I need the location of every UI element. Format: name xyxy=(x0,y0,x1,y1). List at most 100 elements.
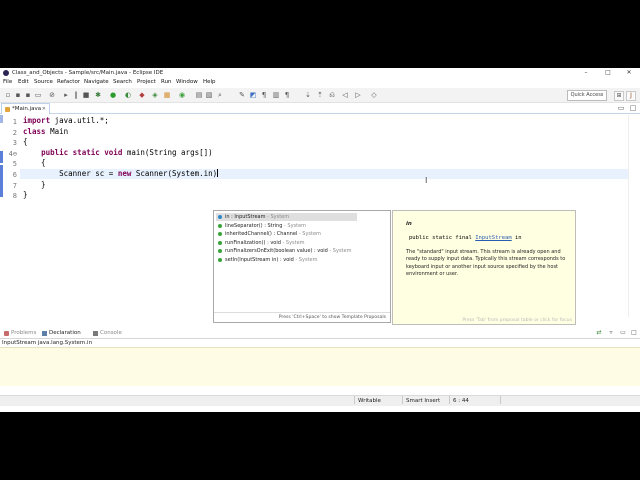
search-icon[interactable]: ⌕ xyxy=(216,91,224,99)
code-line-7: } xyxy=(23,179,46,189)
resume-icon[interactable]: ▸ xyxy=(62,91,70,99)
next-annotation-icon[interactable]: ⇣ xyxy=(304,91,312,99)
title-bar: Class_and_Objects - Sample/src/Main.java… xyxy=(0,68,640,78)
toggle-mark-occurrences-icon[interactable]: ✎ xyxy=(238,91,246,99)
maximize-editor-icon[interactable]: □ xyxy=(628,103,638,113)
open-task-icon[interactable]: ▧ xyxy=(205,91,213,99)
eclipse-app-icon xyxy=(3,70,9,76)
proposal-item[interactable]: runFinalizersOnExit(boolean value) : voi… xyxy=(216,247,388,255)
proposal-text: inheritedChannel() : Channel - System xyxy=(225,230,321,238)
back-icon[interactable]: ◁ xyxy=(341,91,349,99)
menu-refactor[interactable]: Refactor xyxy=(57,78,80,87)
letterbox-top xyxy=(0,0,640,68)
method-icon xyxy=(218,240,222,245)
proposal-name: runFinalization() : void xyxy=(225,239,281,246)
save-all-icon[interactable]: ▪ xyxy=(24,91,32,99)
menu-window[interactable]: Window xyxy=(176,78,198,87)
last-edit-icon[interactable]: ⎌ xyxy=(328,91,336,99)
line-number: 7 xyxy=(12,181,17,190)
proposal-item[interactable]: setIn(InputStream in) : void - System xyxy=(216,256,388,264)
minimize-editor-icon[interactable]: ▭ xyxy=(616,103,626,113)
new-java-project-icon[interactable]: ◈ xyxy=(151,91,159,99)
tab-declaration[interactable]: Declaration xyxy=(40,328,84,338)
tab-main-java[interactable]: *Main.java ✕ xyxy=(1,103,50,114)
bottom-panel-tabs: Problems Declaration Console ⇄ ▿ ▭ □ xyxy=(0,328,640,339)
menu-help[interactable]: Help xyxy=(203,78,216,87)
main-toolbar: ▫ ▪ ▪ ▭ ⊘ ▸ ‖ ■ ✱ ● ◐ ◆ ◈ ▦ ◉ ▤ ▧ ⌕ ✎ ◩ … xyxy=(0,88,640,103)
code-line-8: } xyxy=(23,190,28,200)
proposal-item[interactable]: lineSeparator() : String - System xyxy=(216,222,388,230)
keyword: public xyxy=(41,147,69,157)
run-icon[interactable]: ● xyxy=(109,91,117,99)
menu-edit[interactable]: Edit xyxy=(18,78,29,87)
pin-icon[interactable]: ◇ xyxy=(370,91,378,99)
menu-source[interactable]: Source xyxy=(34,78,53,87)
proposal-owner: - System xyxy=(282,222,307,229)
proposal-item[interactable]: runFinalization() : void - System xyxy=(216,239,388,247)
menu-run[interactable]: Run xyxy=(161,78,172,87)
close-tab-icon[interactable]: ✕ xyxy=(42,104,46,114)
quick-access-field[interactable]: Quick Access xyxy=(567,90,607,101)
keyword: class xyxy=(23,126,46,136)
proposal-text: runFinalization() : void - System xyxy=(225,239,305,247)
menu-file[interactable]: File xyxy=(3,78,12,87)
code-editor[interactable]: *Main.java ✕ ▭ □ 1 2 3 4⊖ 5 6 7 8 import… xyxy=(0,103,640,325)
java-perspective-icon[interactable]: J xyxy=(626,91,636,101)
toggle-whitespace-icon[interactable]: ¶ xyxy=(260,91,268,99)
block-selection-icon[interactable]: ▥ xyxy=(272,91,280,99)
minimize-button[interactable]: – xyxy=(579,68,593,78)
minimize-panel-icon[interactable]: ▭ xyxy=(618,328,628,338)
editor-vertical-scrollbar[interactable] xyxy=(628,115,639,317)
status-divider xyxy=(500,396,501,404)
menu-search[interactable]: Search xyxy=(113,78,132,87)
tab-problems[interactable]: Problems xyxy=(2,328,42,338)
proposal-name: inheritedChannel() : Channel xyxy=(225,231,298,237)
signature-name: in xyxy=(511,235,522,241)
tab-label: *Main.java xyxy=(12,106,42,112)
forward-icon[interactable]: ▷ xyxy=(354,91,362,99)
maximize-panel-icon[interactable]: □ xyxy=(629,328,639,338)
code-text[interactable]: import java.util.*; class Main { public … xyxy=(23,116,219,201)
method-icon xyxy=(218,223,222,228)
inputstream-link[interactable]: InputStream xyxy=(475,235,511,241)
proposal-item[interactable]: inheritedChannel() : Channel - System xyxy=(216,230,388,238)
javadoc-popup[interactable]: in public static final InputStream in Th… xyxy=(392,210,576,325)
new-icon[interactable]: ▫ xyxy=(4,91,12,99)
skip-breakpoints-icon[interactable]: ⊘ xyxy=(48,91,56,99)
print-icon[interactable]: ▭ xyxy=(34,91,42,99)
new-class-icon[interactable]: ◉ xyxy=(178,91,186,99)
line-number: 6 xyxy=(12,171,17,179)
open-perspective-icon[interactable]: ⊞ xyxy=(614,91,624,101)
tab-label: Declaration xyxy=(49,330,81,336)
problems-icon xyxy=(4,331,9,336)
content-assist-popup[interactable]: in : InputStream - System lineSeparator(… xyxy=(213,210,391,323)
link-editor-icon[interactable]: ⇄ xyxy=(594,328,604,338)
prev-annotation-icon[interactable]: ⇡ xyxy=(316,91,324,99)
proposal-owner: - System xyxy=(265,214,290,220)
save-icon[interactable]: ▪ xyxy=(14,91,22,99)
keyword: static xyxy=(72,147,100,157)
proposal-owner: - System xyxy=(280,239,305,246)
line-number: 5 xyxy=(12,160,17,169)
tab-console[interactable]: Console xyxy=(91,328,127,338)
show-whitespace-icon[interactable]: ¶ xyxy=(283,91,291,99)
suspend-icon[interactable]: ‖ xyxy=(72,91,80,99)
code-line-5: { xyxy=(23,158,46,168)
declaration-view[interactable] xyxy=(0,347,640,386)
terminate-icon[interactable]: ■ xyxy=(82,91,90,99)
toggle-highlight-icon[interactable]: ◩ xyxy=(249,91,257,99)
code-token: java.util.*; xyxy=(50,116,109,125)
open-type-icon[interactable]: ▤ xyxy=(195,91,203,99)
menu-navigate[interactable]: Navigate xyxy=(84,78,109,87)
maximize-button[interactable]: □ xyxy=(601,68,615,78)
coverage-icon[interactable]: ◐ xyxy=(124,91,132,99)
view-menu-icon[interactable]: ▿ xyxy=(606,328,616,338)
new-package-icon[interactable]: ▦ xyxy=(163,91,171,99)
debug-icon[interactable]: ✱ xyxy=(94,91,102,99)
external-tools-icon[interactable]: ◆ xyxy=(138,91,146,99)
line-number: 8 xyxy=(12,192,17,201)
close-window-button[interactable]: ✕ xyxy=(622,68,636,78)
menu-project[interactable]: Project xyxy=(137,78,156,87)
code-token: Main xyxy=(45,126,69,136)
proposal-item[interactable]: in : InputStream - System xyxy=(216,213,357,221)
